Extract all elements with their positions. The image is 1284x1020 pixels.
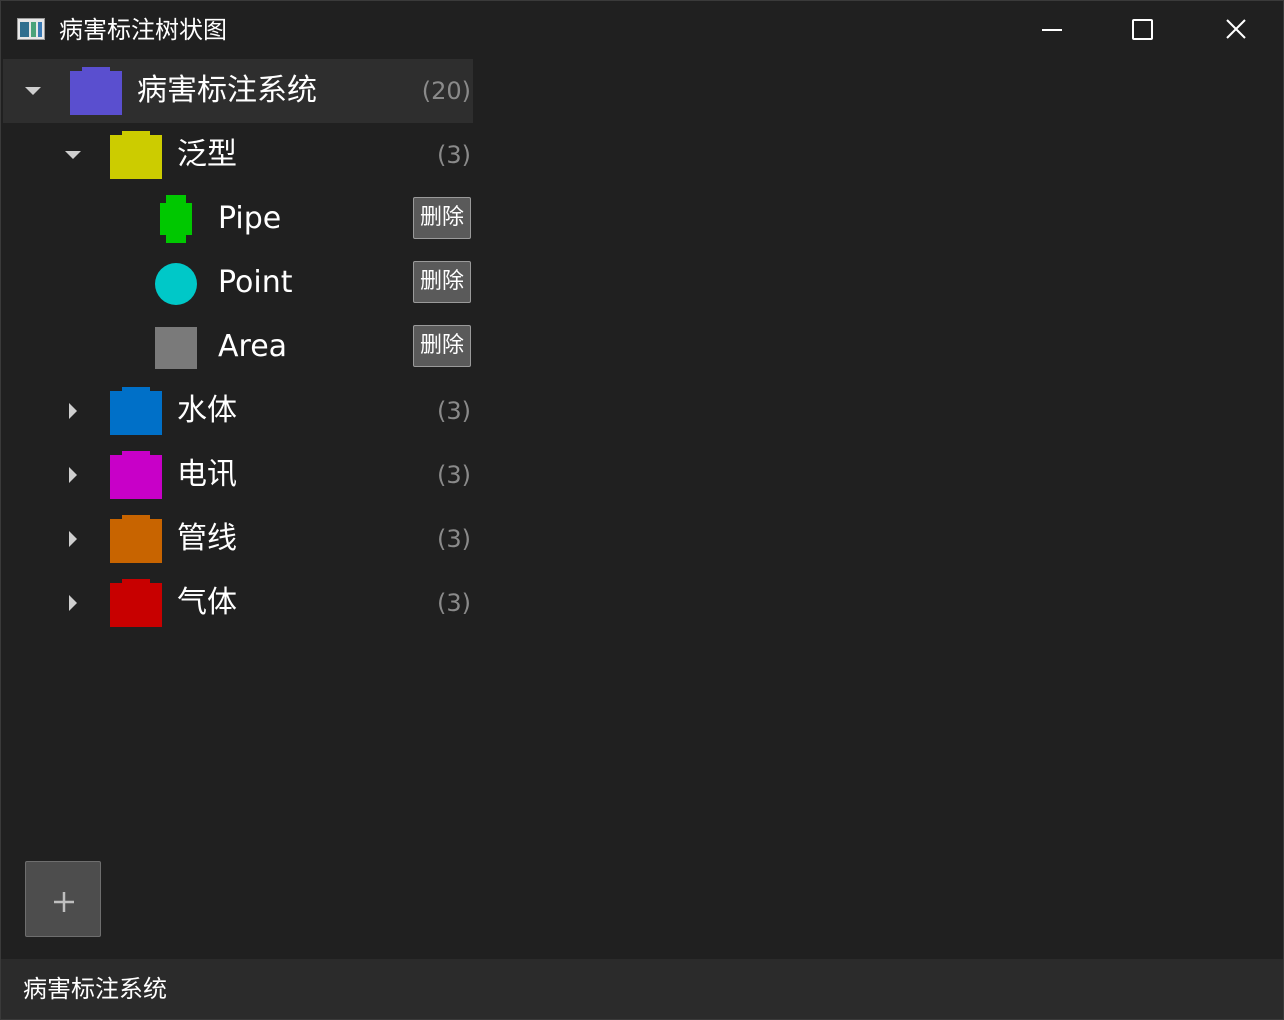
circle-icon: [155, 263, 197, 305]
square-icon: [155, 327, 197, 369]
status-bar: 病害标注系统: [1, 959, 1283, 1019]
folder-icon: [110, 451, 162, 499]
tree-root-row[interactable]: 病害标注系统 (20): [3, 59, 473, 123]
maximize-icon: [1132, 19, 1153, 40]
tree-category-label: 气体: [177, 585, 237, 620]
chevron-right-icon[interactable]: [63, 401, 83, 421]
tree-category-count: (3): [437, 589, 471, 617]
tree-category-count: (3): [437, 525, 471, 553]
tree-leaf-row[interactable]: Point 删除: [3, 251, 473, 315]
delete-button[interactable]: 删除: [413, 325, 471, 367]
tree-category-label: 水体: [177, 393, 237, 428]
tree-category-row[interactable]: 电讯 (3): [3, 443, 473, 507]
maximize-button[interactable]: [1097, 1, 1189, 59]
tree-leaf-label: Area: [218, 329, 288, 364]
folder-icon: [110, 131, 162, 179]
title-bar: 病害标注树状图: [1, 1, 1283, 59]
tree-category-row[interactable]: 管线 (3): [3, 507, 473, 571]
minimize-button[interactable]: [1006, 1, 1098, 59]
tree-category-count: (3): [437, 397, 471, 425]
chevron-down-icon[interactable]: [63, 145, 83, 165]
window-title: 病害标注树状图: [59, 16, 227, 44]
octagon-icon: [160, 195, 192, 243]
tree-root-count: (20): [421, 77, 471, 105]
close-button[interactable]: [1190, 1, 1282, 59]
chevron-down-icon[interactable]: [23, 81, 43, 101]
app-icon: [17, 18, 45, 40]
folder-icon: [110, 387, 162, 435]
folder-icon: [110, 515, 162, 563]
tree-leaf-row[interactable]: Pipe 删除: [3, 187, 473, 251]
tree-category-label: 管线: [177, 521, 237, 556]
folder-icon: [70, 67, 122, 115]
folder-icon: [110, 579, 162, 627]
add-button[interactable]: [25, 861, 101, 937]
tree-leaf-row[interactable]: Area 删除: [3, 315, 473, 379]
chevron-right-icon[interactable]: [63, 529, 83, 549]
status-text: 病害标注系统: [23, 975, 167, 1003]
close-icon: [1226, 19, 1246, 39]
tree-category-count: (3): [437, 461, 471, 489]
tree-root-label: 病害标注系统: [137, 73, 317, 108]
minimize-icon: [1042, 29, 1062, 31]
tree-category-row[interactable]: 气体 (3): [3, 571, 473, 635]
chevron-right-icon[interactable]: [63, 465, 83, 485]
annotation-tree: 病害标注系统 (20) 泛型 (3) Pipe 删除 Point 删除 Area…: [3, 59, 473, 639]
tree-category-row[interactable]: 泛型 (3): [3, 123, 473, 187]
tree-category-row[interactable]: 水体 (3): [3, 379, 473, 443]
tree-leaf-label: Pipe: [218, 201, 282, 236]
delete-button[interactable]: 删除: [413, 261, 471, 303]
plus-icon: [54, 892, 74, 912]
delete-button[interactable]: 删除: [413, 197, 471, 239]
tree-category-count: (3): [437, 141, 471, 169]
chevron-right-icon[interactable]: [63, 593, 83, 613]
app-window: 病害标注树状图 病害标注系统 (20) 泛型 (3) Pipe 删除 Point…: [0, 0, 1284, 1020]
tree-category-label: 电讯: [177, 457, 237, 492]
tree-category-label: 泛型: [177, 137, 237, 172]
tree-leaf-label: Point: [218, 265, 293, 300]
